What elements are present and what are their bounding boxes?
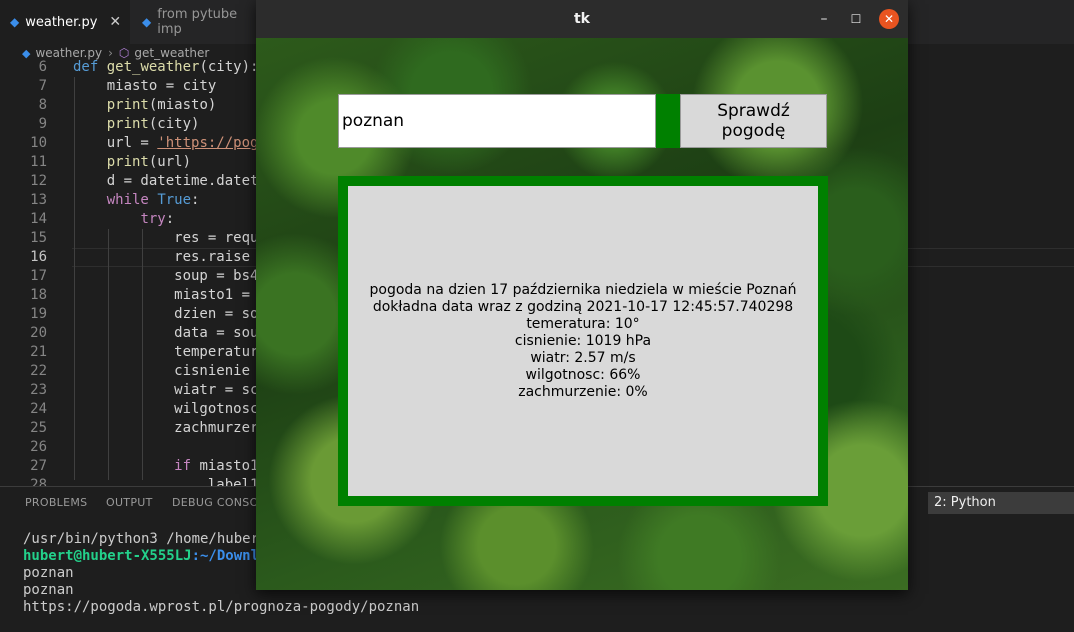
python-file-icon: ◆	[142, 15, 152, 29]
line-number: 11	[30, 154, 47, 170]
result-frame: pogoda na dzien 17 października niedziel…	[338, 176, 828, 506]
line-number: 20	[30, 325, 47, 341]
code-line: def get_weather(city):	[73, 59, 259, 75]
forest-background: Sprawdź pogodę pogoda na dzien 17 paździ…	[256, 38, 908, 590]
result-line: zachmurzenie: 0%	[518, 383, 648, 400]
line-number: 14	[30, 211, 47, 227]
line-number: 27	[30, 458, 47, 474]
code-line: url = 'https://pog	[73, 135, 259, 151]
result-line: wilgotnosc: 66%	[525, 366, 641, 383]
code-line: dzien = so	[73, 306, 259, 322]
result-line: cisnienie: 1019 hPa	[514, 332, 652, 349]
code-line: soup = bs4	[73, 268, 259, 284]
code-line: res = requ	[73, 230, 259, 246]
line-number: 24	[30, 401, 47, 417]
code-line: print(miasto)	[106, 97, 217, 113]
line-number: 7	[38, 78, 47, 94]
code-line: print(city)	[106, 116, 200, 132]
tab-debug-console[interactable]: DEBUG CONSOL	[172, 496, 265, 509]
code-line: print(url)	[106, 154, 192, 170]
weather-result-label: pogoda na dzien 17 października niedziel…	[348, 186, 818, 496]
line-number: 17	[30, 268, 47, 284]
code-line: cisnienie	[73, 363, 251, 379]
line-number: 8	[38, 97, 47, 113]
check-weather-button[interactable]: Sprawdź pogodę	[680, 94, 827, 148]
prompt-user: hubert@hubert-X555LJ	[23, 548, 192, 564]
code-line: temperatur	[73, 344, 259, 360]
tab-problems[interactable]: PROBLEMS	[25, 496, 87, 509]
line-number: 16	[30, 249, 47, 265]
close-tab-icon[interactable]: ✕	[109, 14, 121, 30]
line-number: 18	[30, 287, 47, 303]
close-icon[interactable]: ✕	[879, 9, 899, 29]
line-number: 9	[38, 116, 47, 132]
code-line: miasto1 =	[73, 287, 251, 303]
code-line: zachmurzer	[73, 420, 259, 436]
code-line: d = datetime.datet	[73, 173, 259, 189]
tab-label: from pytube imp	[157, 7, 238, 37]
line-number: 25	[30, 420, 47, 436]
maximize-icon[interactable]: ☐	[846, 9, 866, 29]
tab-label: weather.py	[25, 14, 98, 30]
code-line: if miasto1	[174, 458, 259, 474]
line-number: 12	[30, 173, 47, 189]
result-line: temeratura: 10°	[526, 315, 640, 332]
tk-window: tk – ☐ ✕ Sprawdź pogodę pogoda na dzien …	[256, 0, 908, 590]
python-file-icon: ◆	[10, 15, 20, 29]
result-line: dokładna data wraz z godziną 2021-10-17 …	[372, 298, 794, 315]
tab-output[interactable]: OUTPUT	[106, 496, 153, 509]
line-number: 26	[30, 439, 47, 455]
window-title: tk	[573, 11, 590, 27]
result-line: wiatr: 2.57 m/s	[530, 349, 636, 366]
result-line: pogoda na dzien 17 października niedziel…	[369, 281, 797, 298]
terminal-selector[interactable]: 2: Python	[928, 492, 1074, 514]
line-number: 23	[30, 382, 47, 398]
city-input[interactable]	[338, 94, 656, 148]
line-number: 6	[38, 59, 47, 75]
tab-weather-py[interactable]: ◆ weather.py ✕	[0, 0, 130, 44]
code-line: res.raise	[73, 249, 251, 265]
tab-pytube[interactable]: ◆ from pytube imp	[132, 0, 256, 44]
terminal-line: https://pogoda.wprost.pl/prognoza-pogody…	[23, 599, 420, 615]
window-titlebar[interactable]: tk – ☐ ✕	[256, 0, 908, 38]
code-line: while True:	[106, 192, 200, 208]
line-number: 22	[30, 363, 47, 379]
line-number: 19	[30, 306, 47, 322]
line-number: 10	[30, 135, 47, 151]
code-line: wiatr = sc	[73, 382, 259, 398]
line-number: 13	[30, 192, 47, 208]
line-number: 21	[30, 344, 47, 360]
code-line: data = sou	[73, 325, 259, 341]
line-number: 15	[30, 230, 47, 246]
code-line: try:	[140, 211, 175, 227]
code-line: miasto = city	[73, 78, 217, 94]
green-frame-strip	[656, 94, 680, 148]
minimize-icon[interactable]: –	[814, 9, 834, 29]
code-line: wilgotnosc	[73, 401, 259, 417]
